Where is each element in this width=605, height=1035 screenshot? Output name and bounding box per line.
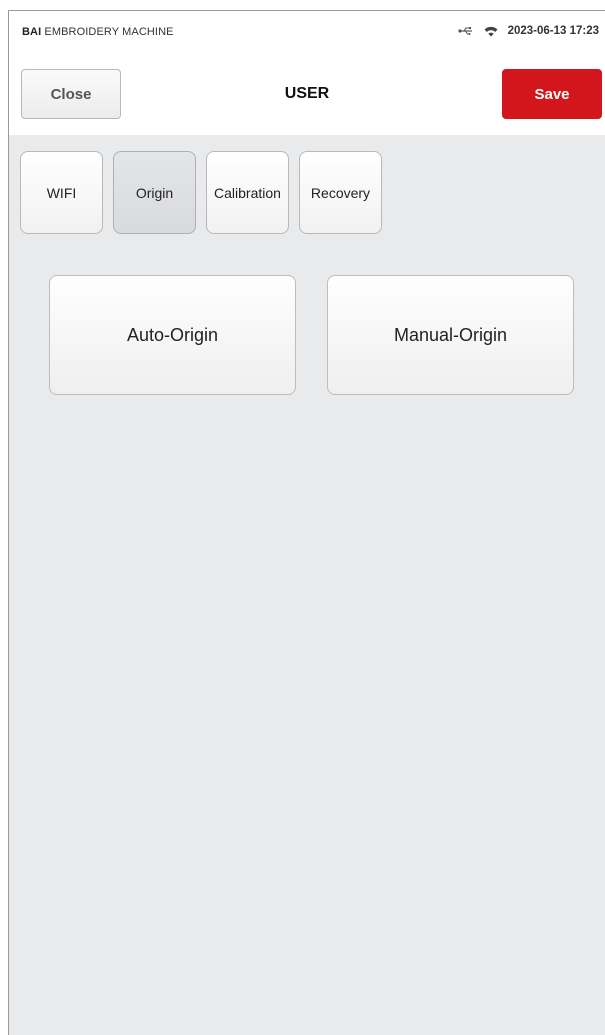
tab-origin[interactable]: Origin: [113, 151, 196, 234]
tab-calibration[interactable]: Calibration: [206, 151, 289, 234]
manual-origin-button[interactable]: Manual-Origin: [327, 275, 574, 395]
app-window: BAI EMBROIDERY MACHINE 2023-06-13 17:23 …: [8, 10, 605, 1035]
brand-rest: EMBROIDERY MACHINE: [41, 26, 174, 38]
status-bar: BAI EMBROIDERY MACHINE 2023-06-13 17:23: [9, 11, 605, 55]
usb-icon: [457, 26, 474, 36]
save-button[interactable]: Save: [502, 69, 602, 119]
header-bar: Close USER Save: [9, 55, 605, 135]
origin-actions: Auto-Origin Manual-Origin: [49, 275, 574, 395]
status-indicators: 2023-06-13 17:23: [457, 25, 599, 37]
tab-recovery[interactable]: Recovery: [299, 151, 382, 234]
tab-wifi[interactable]: WIFI: [20, 151, 103, 234]
brand-bold: BAI: [22, 26, 42, 38]
brand-label: BAI EMBROIDERY MACHINE: [22, 26, 174, 38]
settings-tabs: WIFI Origin Calibration Recovery: [20, 151, 382, 234]
wifi-icon: [484, 26, 498, 37]
auto-origin-button[interactable]: Auto-Origin: [49, 275, 296, 395]
datetime-label: 2023-06-13 17:23: [507, 25, 599, 37]
